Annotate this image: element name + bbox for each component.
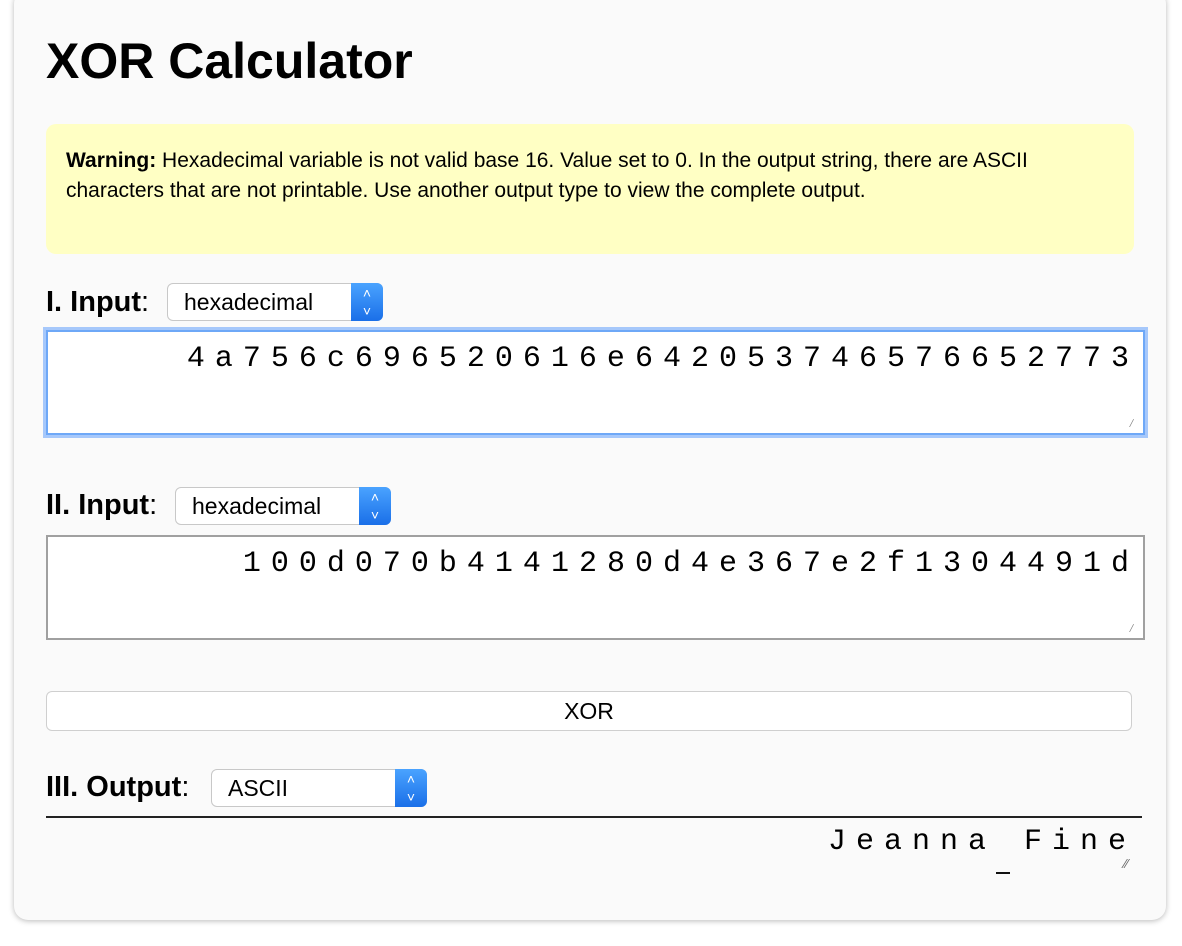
input-1-type-select[interactable]: hexadecimal ˄ ˅ [167, 283, 383, 321]
input-2-type-select[interactable]: hexadecimal ˄ ˅ [175, 487, 391, 525]
chevron-up-down-icon: ˄ ˅ [395, 769, 427, 807]
output-colon: : [181, 771, 190, 803]
input-1-label: I. Input [46, 286, 142, 318]
warning-box: Warning: Hexadecimal variable is not val… [46, 124, 1134, 254]
resize-grip-icon[interactable]: ∕∕ [1128, 418, 1143, 430]
input-1-type-value: hexadecimal [184, 289, 314, 315]
page-title: XOR Calculator [46, 33, 413, 89]
output-type-value: ASCII [228, 775, 289, 801]
input-1-field[interactable]: 4a756c696520616e642053746576652773 ∕∕ [46, 330, 1145, 435]
output-type-select[interactable]: ASCII ˄ ˅ [211, 769, 427, 807]
output-label: III. Output [46, 771, 182, 803]
output-divider [46, 816, 1142, 818]
input-2-label: II. Input [46, 489, 150, 521]
input-1-colon: : [141, 286, 150, 318]
xor-button[interactable]: XOR [46, 691, 1132, 731]
input-2-type-value: hexadecimal [192, 493, 322, 519]
output-label-group: III. Output: [46, 769, 189, 805]
resize-grip-icon[interactable]: ∕∕ [1128, 623, 1143, 635]
warning-label: Warning: [66, 149, 157, 172]
output-value: Jeanna Fine [827, 825, 1136, 859]
input-2-label-group: II. Input: [46, 487, 157, 523]
output-field[interactable]: Jeanna Fine [46, 822, 1136, 882]
output-nonprintable-marker [996, 872, 1010, 874]
chevron-up-down-icon: ˄ ˅ [359, 487, 391, 525]
chevron-up-down-icon: ˄ ˅ [351, 283, 383, 321]
input-2-field[interactable]: 100d070b4141280d4e367e2f1304491d ∕∕ [46, 535, 1145, 640]
input-2-value: 100d070b4141280d4e367e2f1304491d [242, 547, 1139, 581]
warning-text: Hexadecimal variable is not valid base 1… [66, 149, 1028, 202]
input-1-value: 4a756c696520616e642053746576652773 [186, 342, 1139, 376]
input-2-colon: : [149, 489, 158, 521]
input-1-label-group: I. Input: [46, 284, 149, 320]
resize-grip-icon[interactable]: ∕∕ [1124, 856, 1128, 871]
